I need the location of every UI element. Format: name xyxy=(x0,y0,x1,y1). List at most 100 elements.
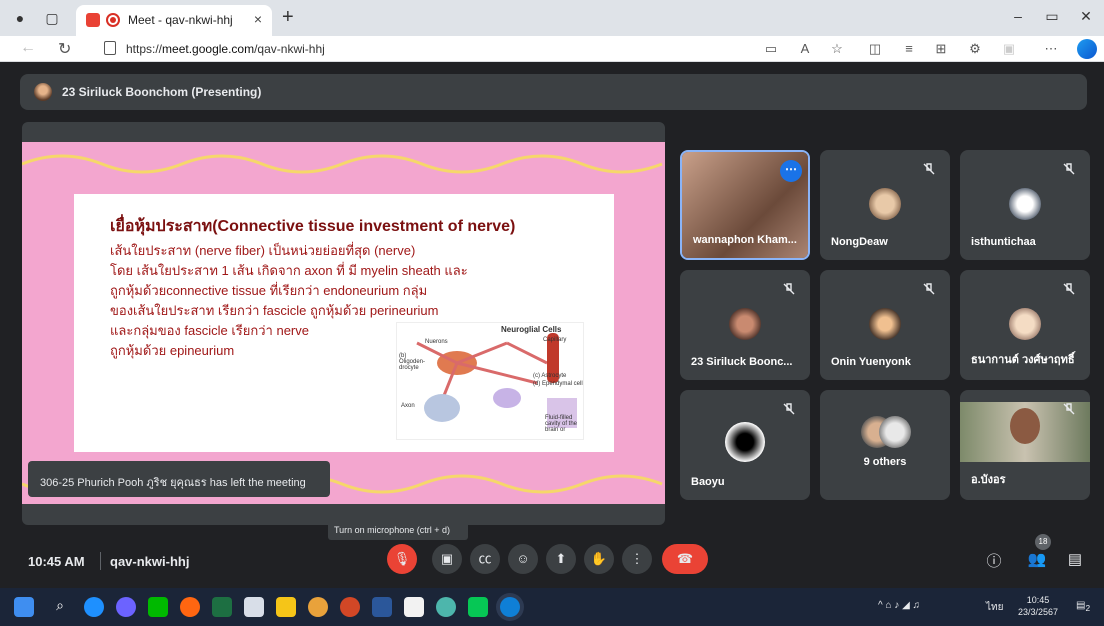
diagram-label: Fluid-filled cavity of the brain or xyxy=(545,415,578,433)
edge-icon[interactable] xyxy=(500,597,520,617)
meeting-info-icon[interactable]: ⓘ xyxy=(983,550,1005,572)
restore-icon[interactable]: ▭ xyxy=(1042,8,1062,25)
tab-close-button[interactable]: × xyxy=(254,11,262,27)
participant-tile[interactable]: isthuntichaa xyxy=(960,150,1090,260)
search-icon[interactable]: ⌕ xyxy=(50,597,70,617)
participant-avatar xyxy=(1009,308,1041,340)
url-field[interactable]: https://meet.google.com/qav-nkwi-hhj xyxy=(126,42,325,56)
powerpoint-icon[interactable] xyxy=(340,597,360,617)
collections-icon[interactable]: ⊞ xyxy=(932,41,950,57)
participant-tile[interactable]: ธนากานต์ วงศ์ษาฤทธิ์ xyxy=(960,270,1090,380)
cast-icon[interactable]: ▭ xyxy=(762,41,780,57)
slide-title: เยื่อหุ้มประสาท(Connective tissue invest… xyxy=(110,218,516,235)
presenter-label: 23 Siriluck Boonchom (Presenting) xyxy=(62,85,262,99)
favorites-icon[interactable]: ≡ xyxy=(900,41,918,56)
diagram-label: (b) Oligoden-drocyte xyxy=(399,353,426,371)
slide-line: โดย เส้นใยประสาท 1 เส้น เกิดจาก axon ที่… xyxy=(110,263,468,278)
participant-tile[interactable]: 23 Siriluck Boonc... xyxy=(680,270,810,380)
participant-avatar xyxy=(725,422,765,462)
messenger-icon[interactable] xyxy=(116,597,136,617)
copilot-icon[interactable] xyxy=(1077,39,1097,59)
start-icon[interactable] xyxy=(14,597,34,617)
app-icon[interactable] xyxy=(436,597,456,617)
meeting-code: qav-nkwi-hhj xyxy=(110,554,190,569)
people-icon[interactable]: 👥 xyxy=(1026,550,1048,572)
windows-taskbar: ⌕ ^ ⌂ ♪ ◢ ♫ ไทย 10:45 23/3/2567 ▤2 xyxy=(0,588,1104,626)
store-icon[interactable] xyxy=(404,597,424,617)
profile-icon[interactable]: ● xyxy=(10,8,30,28)
mic-off-icon xyxy=(783,403,795,415)
url-path: /qav-nkwi-hhj xyxy=(254,42,325,56)
participant-count-badge: 18 xyxy=(1035,534,1051,550)
reload-icon[interactable]: ↻ xyxy=(58,39,71,59)
slide-line: ถูกหุ้มด้วย epineurium xyxy=(110,343,235,358)
window-close-icon[interactable]: ✕ xyxy=(1076,8,1096,25)
camera-toggle-button[interactable]: ▣ xyxy=(432,544,462,574)
captions-button[interactable]: ㏄ xyxy=(470,544,500,574)
reactions-button[interactable]: ☺ xyxy=(508,544,538,574)
leave-call-button[interactable]: ☎ xyxy=(662,544,708,574)
recording-icon xyxy=(106,13,120,27)
participant-avatar xyxy=(869,188,901,220)
mail-icon[interactable] xyxy=(244,597,264,617)
meeting-time: 10:45 AM xyxy=(28,554,85,569)
chrome-icon[interactable] xyxy=(308,597,328,617)
more-menu-icon[interactable]: ⋯ xyxy=(1042,41,1060,57)
tooltip-text: Turn on microphone (ctrl + d) xyxy=(334,525,450,535)
url-host: meet.google.com xyxy=(162,42,255,56)
participant-avatar xyxy=(1009,188,1041,220)
participant-avatar xyxy=(729,308,761,340)
firefox-icon[interactable] xyxy=(180,597,200,617)
notifications-icon[interactable]: ▤2 xyxy=(1076,600,1090,613)
extensions-icon[interactable]: ⚙ xyxy=(966,41,984,57)
ie-icon[interactable] xyxy=(84,597,104,617)
browser-tab[interactable]: Meet - qav-nkwi-hhj × xyxy=(76,5,272,36)
taskbar-clock[interactable]: 10:45 23/3/2567 xyxy=(1016,594,1060,618)
slide-line: ของเส้นใยประสาท เรียกว่า fascicle ถูกหุ้… xyxy=(110,303,439,318)
back-icon[interactable]: ← xyxy=(20,39,36,57)
site-info-icon[interactable] xyxy=(104,41,116,55)
neuroglia-diagram: Neuroglial Cells Nuerons Capillary (b) O… xyxy=(396,322,584,440)
tab-title: Meet - qav-nkwi-hhj xyxy=(128,13,233,27)
participant-name: isthuntichaa xyxy=(971,236,1036,248)
participant-tile[interactable]: อ.บังอร xyxy=(960,390,1090,500)
input-language[interactable]: ไทย xyxy=(986,600,1003,615)
meet-window: 23 Siriluck Boonchom (Presenting) เยื่อห… xyxy=(8,62,1104,588)
tray-icons[interactable]: ^ ⌂ ♪ ◢ ♫ xyxy=(878,600,920,611)
more-options-button[interactable]: ⋮ xyxy=(622,544,652,574)
participant-name: Onin Yuenyonk xyxy=(831,356,911,368)
slide-wave-top xyxy=(22,154,663,174)
raise-hand-button[interactable]: ✋ xyxy=(584,544,614,574)
participant-name: Baoyu xyxy=(691,476,725,488)
new-tab-button[interactable]: + xyxy=(282,6,294,29)
screenshot-icon[interactable]: ▣ xyxy=(1000,41,1018,57)
mic-off-icon xyxy=(1063,403,1075,415)
read-aloud-icon[interactable]: A xyxy=(796,41,814,56)
presenter-bar: 23 Siriluck Boonchom (Presenting) xyxy=(20,74,1087,110)
mic-toggle-button[interactable]: 🎙 xyxy=(387,544,417,574)
others-tile[interactable]: 9 others xyxy=(820,390,950,500)
present-screen-button[interactable]: ⬆ xyxy=(546,544,576,574)
line-icon[interactable] xyxy=(468,597,488,617)
browser-tabstrip: ● ▢ Meet - qav-nkwi-hhj × + – ▭ ✕ xyxy=(0,0,1104,36)
chat-icon[interactable]: ▤ xyxy=(1064,550,1086,572)
participant-tile[interactable]: ⋯ wannaphon Kham... xyxy=(680,150,810,260)
meet-favicon-icon xyxy=(86,13,100,27)
participant-tile[interactable]: Onin Yuenyonk xyxy=(820,270,950,380)
favorite-star-icon[interactable]: ☆ xyxy=(828,41,846,57)
more-options-button[interactable]: ⋯ xyxy=(780,160,802,182)
participant-tile[interactable]: Baoyu xyxy=(680,390,810,500)
slide-content-card: เยื่อหุ้มประสาท(Connective tissue invest… xyxy=(74,194,614,452)
diagram-label: Capillary xyxy=(543,337,567,343)
word-icon[interactable] xyxy=(372,597,392,617)
workspaces-icon[interactable]: ▢ xyxy=(42,8,62,28)
excel-icon[interactable] xyxy=(212,597,232,617)
others-avatar xyxy=(879,416,911,448)
participant-tile[interactable]: NongDeaw xyxy=(820,150,950,260)
participant-name: wannaphon Kham... xyxy=(693,234,797,246)
file-explorer-icon[interactable] xyxy=(276,597,296,617)
toast-text: 306-25 Phurich Pooh ภูริช ยุคุณธร has le… xyxy=(40,477,306,489)
minimize-icon[interactable]: – xyxy=(1008,8,1028,24)
line-icon[interactable] xyxy=(148,597,168,617)
split-screen-icon[interactable]: ◫ xyxy=(866,41,884,57)
